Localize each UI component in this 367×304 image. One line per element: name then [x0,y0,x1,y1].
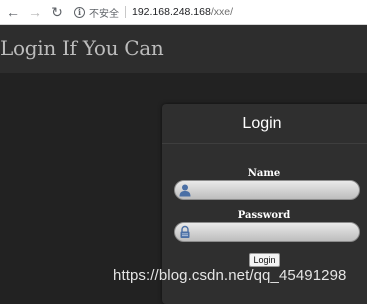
name-input[interactable] [195,181,355,199]
url-path: /xxe/ [210,6,234,18]
arrow-left-icon: ← [6,4,20,20]
password-input[interactable] [195,223,355,241]
reload-icon: ↻ [51,3,63,20]
login-button[interactable]: Login [249,253,280,267]
watermark-text: https://blog.csdn.net/qq_45491298 [113,267,347,284]
name-label: Name [247,168,281,179]
info-icon[interactable]: i [74,6,85,18]
user-icon [179,184,191,197]
lock-icon [180,225,190,238]
site-header: Login If You Can [0,25,367,73]
login-heading: Login [242,114,282,132]
site-title: Login If You Can [0,36,164,60]
password-field[interactable] [174,222,360,242]
url-host: 192.168.248.168 [132,6,211,18]
forward-button[interactable]: → [26,3,44,21]
browser-toolbar: ← → ↻ i 不安全 192.168.248.168/xxe/ [0,0,367,25]
name-field[interactable] [174,180,360,200]
address-bar[interactable]: 192.168.248.168/xxe/ [132,6,233,18]
login-panel-header: Login [162,104,367,144]
url-divider [125,6,126,18]
security-status-label[interactable]: 不安全 [89,5,119,20]
password-label: Password [237,210,291,221]
arrow-right-icon: → [28,4,42,20]
back-button[interactable]: ← [4,3,22,21]
reload-button[interactable]: ↻ [48,3,66,21]
